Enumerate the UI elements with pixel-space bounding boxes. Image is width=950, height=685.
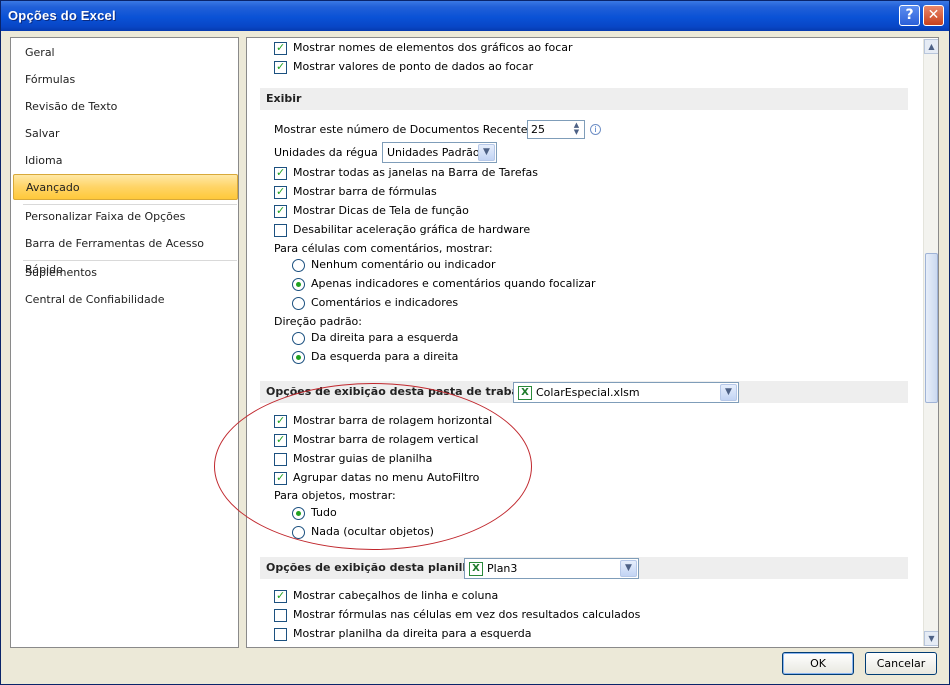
nav-item-idioma[interactable]: Idioma <box>12 148 237 174</box>
label-no-comments: Nenhum comentário ou indicador <box>311 258 496 271</box>
nav-item-personalizar-faixa[interactable]: Personalizar Faixa de Opções <box>12 204 237 230</box>
radio-comments-and-indicators[interactable] <box>292 297 305 310</box>
spinner-arrows-icon[interactable]: ▲ ▼ <box>570 122 583 137</box>
ruler-units-dropdown[interactable]: Unidades Padrão ▼ <box>382 142 497 163</box>
category-nav: Geral Fórmulas Revisão de Texto Salvar I… <box>10 37 239 648</box>
label-show-element-names: Mostrar nomes de elementos dos gráficos … <box>293 41 573 54</box>
label-h-scroll: Mostrar barra de rolagem horizontal <box>293 414 493 427</box>
label-objects: Para objetos, mostrar: <box>274 489 396 502</box>
scrollbar-thumb[interactable] <box>925 253 938 403</box>
chevron-down-icon[interactable]: ▼ <box>720 384 737 401</box>
label-recent-docs: Mostrar este número de Documentos Recent… <box>274 123 537 136</box>
chevron-down-icon[interactable]: ▼ <box>478 144 495 161</box>
sheet-dropdown[interactable]: X Plan3 ▼ <box>464 558 639 579</box>
help-button[interactable]: ? <box>899 5 920 26</box>
label-function-tips: Mostrar Dicas de Tela de função <box>293 204 469 217</box>
label-show-formulas: Mostrar fórmulas nas células em vez dos … <box>293 608 641 621</box>
nav-item-revisao[interactable]: Revisão de Texto <box>12 94 237 120</box>
recent-docs-spinner[interactable]: 25 ▲ ▼ <box>527 120 585 139</box>
checkbox-disable-hw-accel[interactable] <box>274 224 287 237</box>
checkbox-show-data-values[interactable] <box>274 60 287 74</box>
label-all-windows: Mostrar todas as janelas na Barra de Tar… <box>293 166 538 179</box>
label-objects-none: Nada (ocultar objetos) <box>311 525 434 538</box>
label-right-to-left: Da direita para a esquerda <box>311 331 459 344</box>
ok-button[interactable]: OK <box>782 652 854 675</box>
nav-item-salvar[interactable]: Salvar <box>12 121 237 147</box>
nav-item-avancado[interactable]: Avançado <box>13 174 238 200</box>
radio-objects-all[interactable] <box>292 507 305 520</box>
cancel-button[interactable]: Cancelar <box>865 652 937 675</box>
label-comments: Para células com comentários, mostrar: <box>274 242 493 255</box>
chevron-down-icon[interactable]: ▼ <box>620 560 637 577</box>
workbook-dropdown[interactable]: X ColarEspecial.xlsm ▼ <box>513 382 739 403</box>
nav-item-geral[interactable]: Geral <box>12 40 237 66</box>
checkbox-show-element-names[interactable] <box>274 41 287 55</box>
checkbox-formula-bar[interactable] <box>274 185 287 199</box>
nav-item-central-confiabilidade[interactable]: Central de Confiabilidade <box>12 287 237 313</box>
radio-left-to-right[interactable] <box>292 351 305 364</box>
checkbox-all-windows[interactable] <box>274 166 287 180</box>
label-rtl-sheet: Mostrar planilha da direita para a esque… <box>293 627 532 640</box>
checkbox-show-formulas[interactable] <box>274 609 287 622</box>
checkbox-function-tips[interactable] <box>274 204 287 218</box>
section-header-exibir: Exibir <box>260 88 908 110</box>
label-group-dates: Agrupar datas no menu AutoFiltro <box>293 471 480 484</box>
nav-item-suplementos[interactable]: Suplementos <box>12 260 237 286</box>
radio-no-comments[interactable] <box>292 259 305 272</box>
sheet-icon: X <box>469 562 483 576</box>
nav-item-formulas[interactable]: Fórmulas <box>12 67 237 93</box>
label-indicators-hover: Apenas indicadores e comentários quando … <box>311 277 596 290</box>
close-button[interactable]: ✕ <box>923 5 944 26</box>
sheet-name: Plan3 <box>487 562 518 575</box>
recent-docs-value: 25 <box>531 123 545 136</box>
label-formula-bar: Mostrar barra de fórmulas <box>293 185 437 198</box>
label-show-data-values: Mostrar valores de ponto de dados ao foc… <box>293 60 534 73</box>
excel-options-dialog: Opções do Excel ? ✕ Geral Fórmulas Revis… <box>0 0 950 685</box>
checkbox-h-scroll[interactable] <box>274 414 287 428</box>
label-direction: Direção padrão: <box>274 315 362 328</box>
checkbox-v-scroll[interactable] <box>274 433 287 447</box>
label-ruler-units: Unidades da régua <box>274 146 378 159</box>
checkbox-show-headers[interactable] <box>274 589 287 603</box>
checkbox-sheet-tabs[interactable] <box>274 453 287 466</box>
scroll-down-icon[interactable]: ▼ <box>924 631 938 646</box>
advanced-options-panel: Mostrar nomes de elementos dos gráficos … <box>246 37 939 648</box>
title-bar[interactable]: Opções do Excel ? ✕ <box>1 1 949 31</box>
nav-item-barra-acesso-rapido[interactable]: Barra de Ferramentas de Acesso Rápido <box>12 231 237 276</box>
ruler-units-value: Unidades Padrão <box>387 146 480 159</box>
excel-file-icon: X <box>518 386 532 400</box>
workbook-file-name: ColarEspecial.xlsm <box>536 386 640 399</box>
window-title: Opções do Excel <box>8 8 116 23</box>
label-objects-all: Tudo <box>311 506 337 519</box>
checkbox-rtl-sheet[interactable] <box>274 628 287 641</box>
label-v-scroll: Mostrar barra de rolagem vertical <box>293 433 479 446</box>
label-disable-hw-accel: Desabilitar aceleração gráfica de hardwa… <box>293 223 531 236</box>
label-left-to-right: Da esquerda para a direita <box>311 350 459 363</box>
label-show-headers: Mostrar cabeçalhos de linha e coluna <box>293 589 499 602</box>
checkbox-group-dates[interactable] <box>274 471 287 485</box>
label-comments-and-indicators: Comentários e indicadores <box>311 296 459 309</box>
radio-objects-none[interactable] <box>292 526 305 539</box>
radio-right-to-left[interactable] <box>292 332 305 345</box>
radio-indicators-hover[interactable] <box>292 278 305 291</box>
info-icon: i <box>590 124 601 135</box>
label-sheet-tabs: Mostrar guias de planilha <box>293 452 433 465</box>
scroll-up-icon[interactable]: ▲ <box>924 39 938 54</box>
vertical-scrollbar[interactable]: ▲ ▼ <box>923 39 938 646</box>
